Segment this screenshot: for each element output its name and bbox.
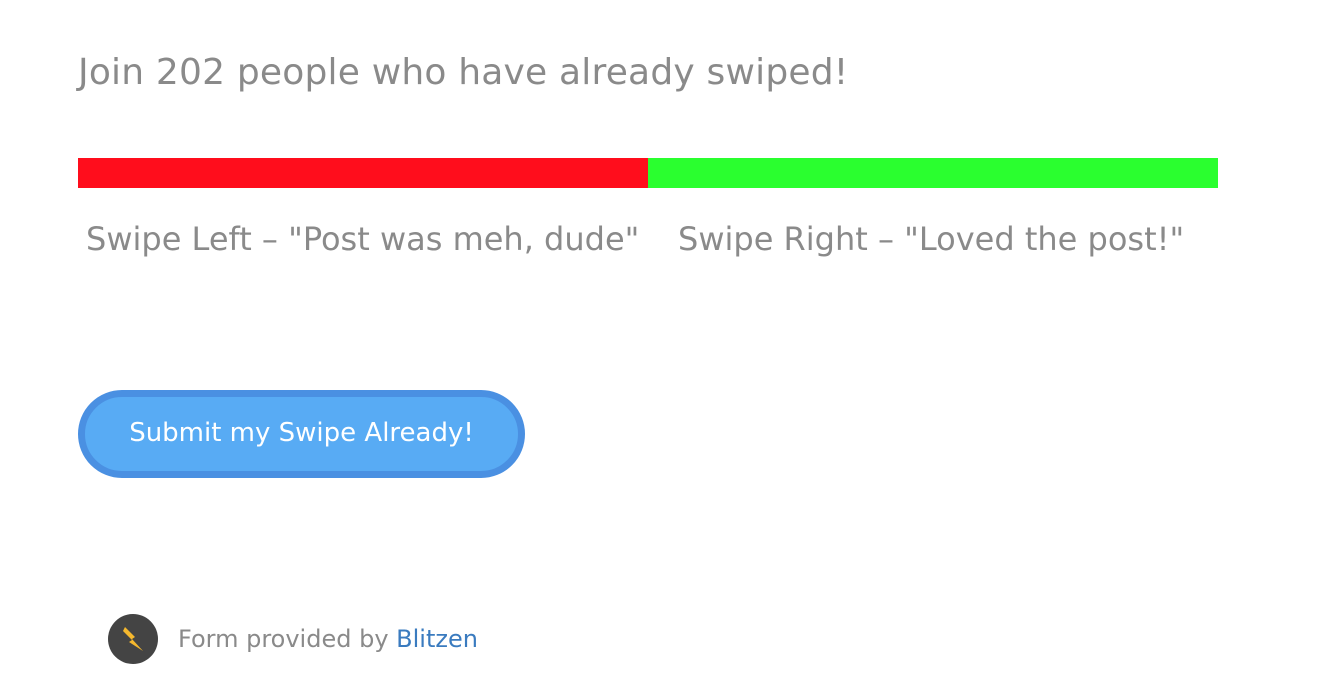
footer-text: Form provided by Blitzen: [178, 625, 478, 653]
swipe-form-page: Join 202 people who have already swiped!…: [0, 0, 1328, 696]
lightning-bolt-shape: [123, 627, 143, 651]
swipe-count-headline: Join 202 people who have already swiped!: [78, 52, 849, 93]
swipe-right-label[interactable]: Swipe Right – "Loved the post!": [678, 220, 1184, 258]
swipe-left-segment[interactable]: [78, 158, 648, 188]
lightning-bolt-icon: [123, 627, 143, 651]
swipe-left-label[interactable]: Swipe Left – "Post was meh, dude": [86, 220, 639, 258]
blitzen-logo-badge: [108, 614, 158, 664]
footer-prefix: Form provided by: [178, 625, 397, 653]
submit-swipe-button[interactable]: Submit my Swipe Already!: [78, 390, 525, 478]
footer-credit: Form provided by Blitzen: [108, 614, 478, 664]
swipe-bar[interactable]: [78, 158, 1218, 188]
blitzen-link[interactable]: Blitzen: [396, 625, 478, 653]
swipe-right-segment[interactable]: [648, 158, 1218, 188]
